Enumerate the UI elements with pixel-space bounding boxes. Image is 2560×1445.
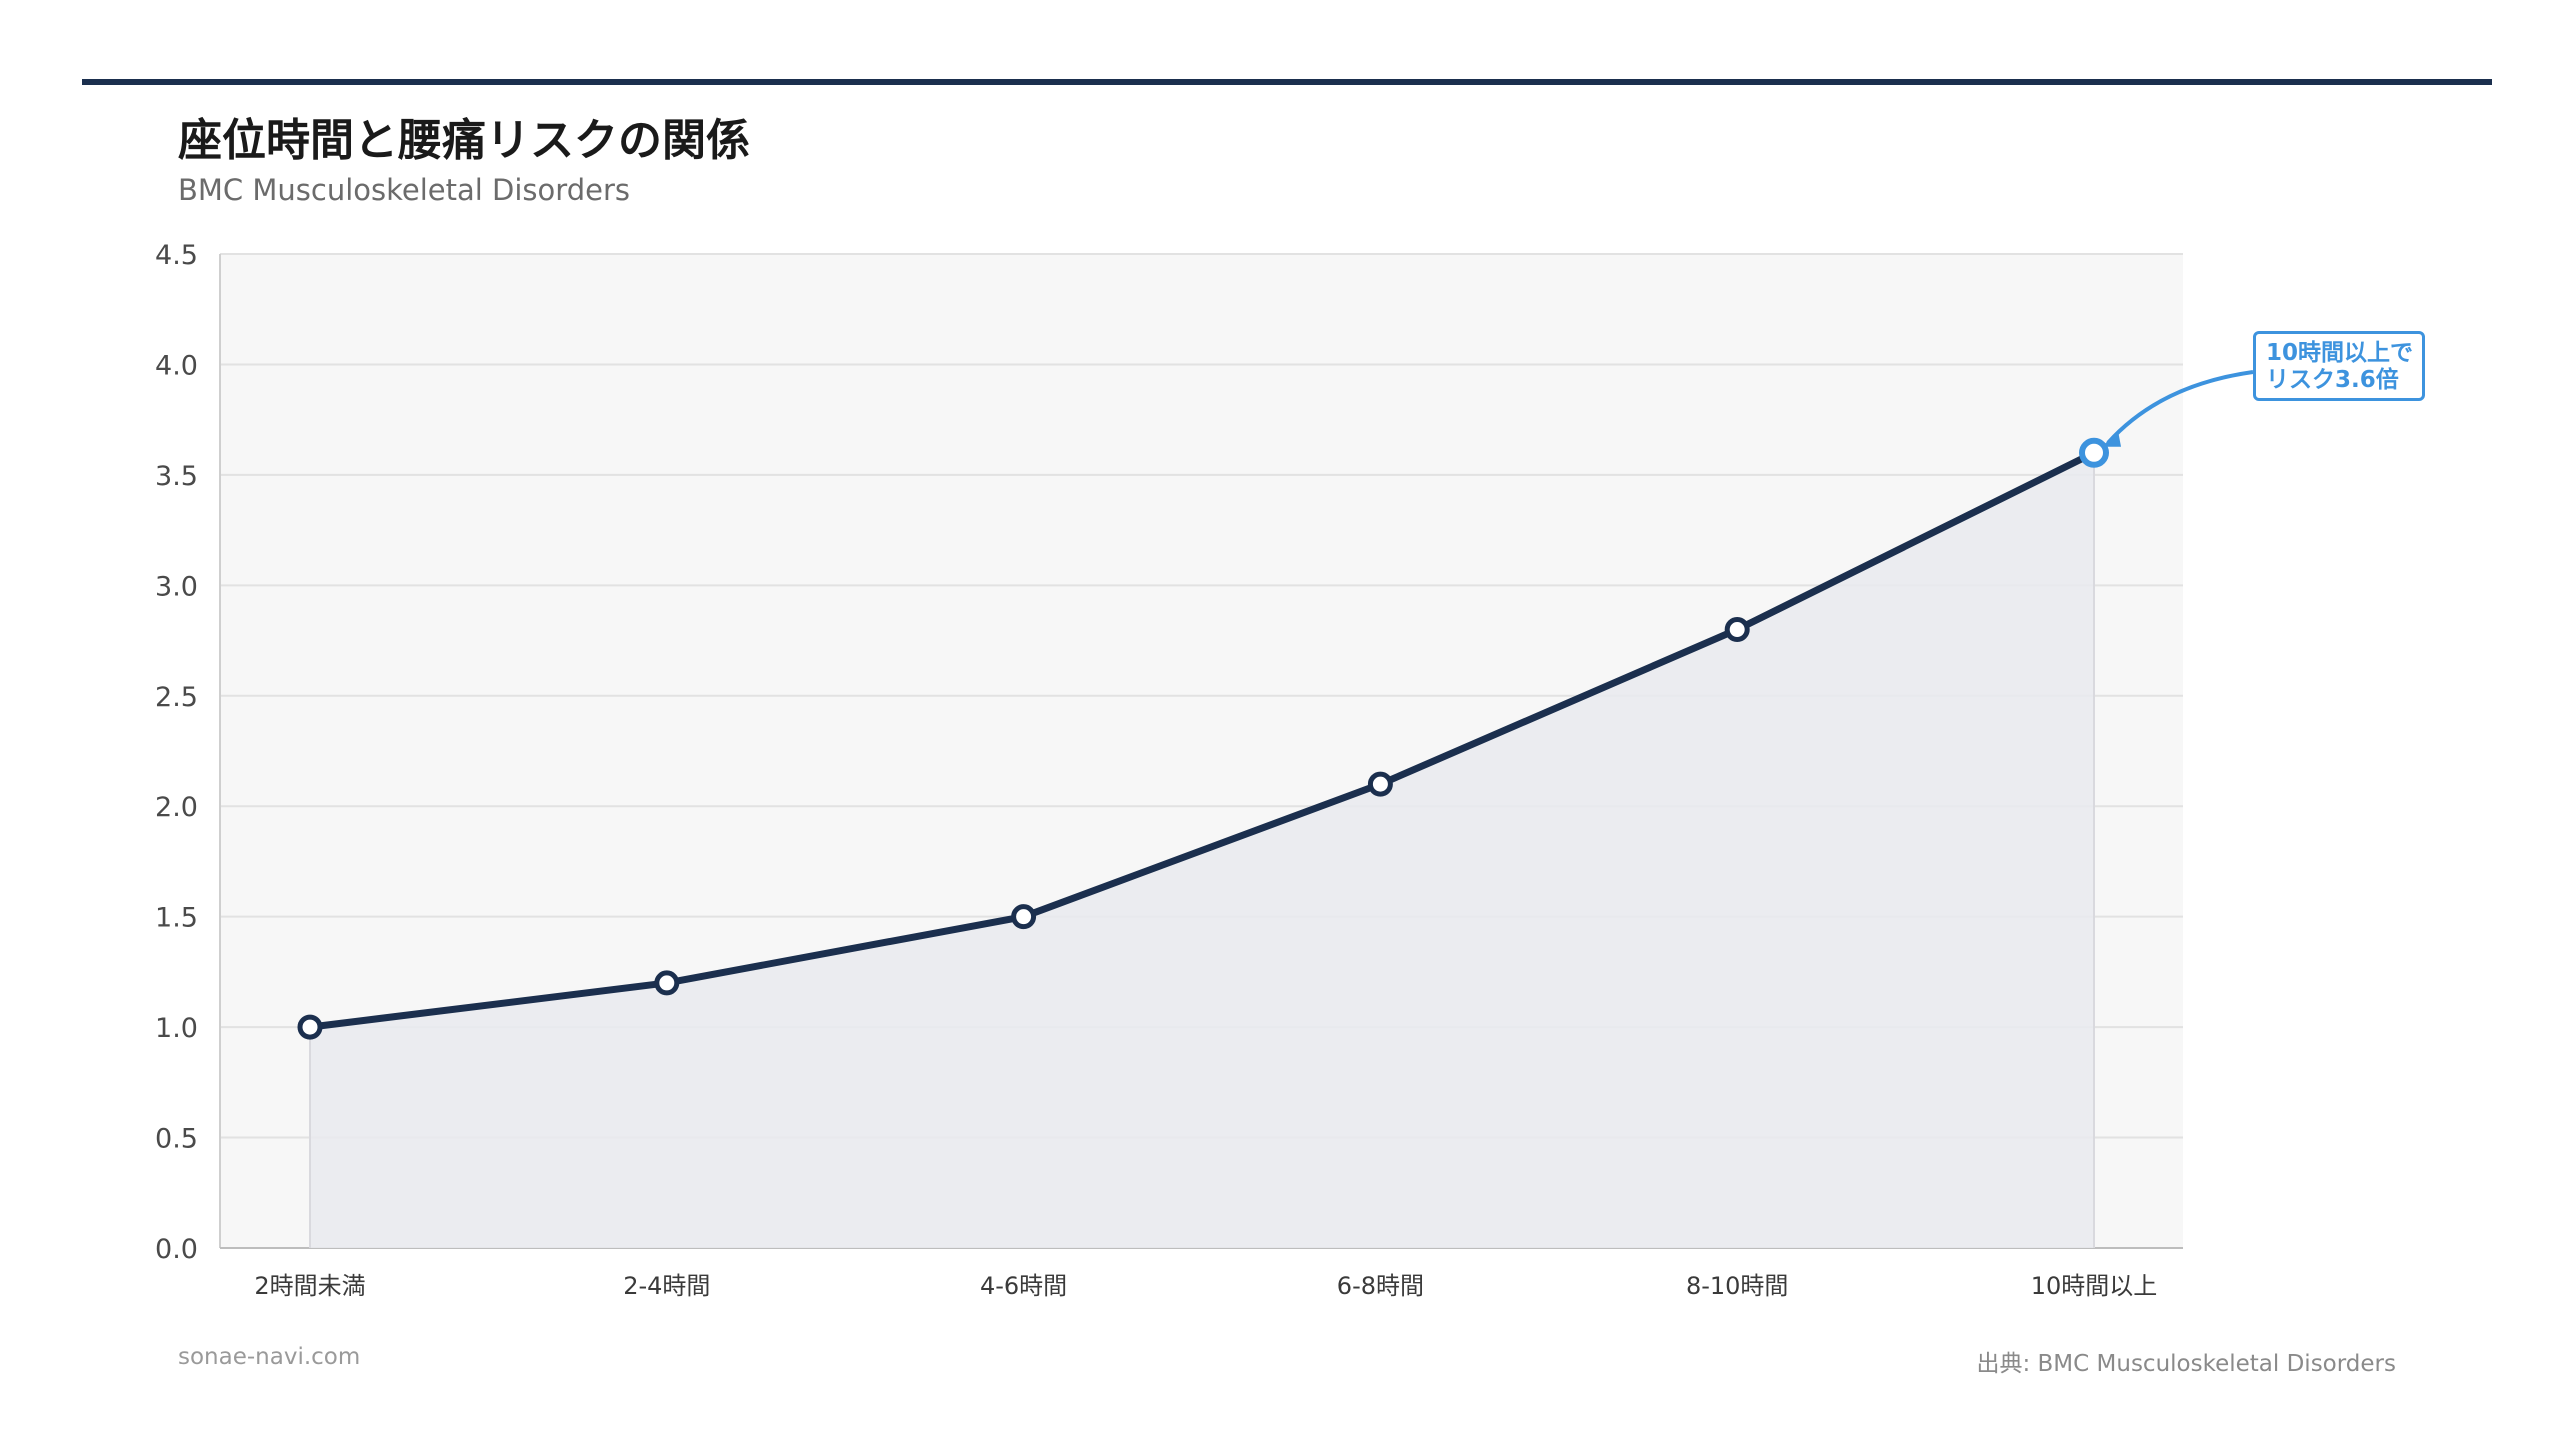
y-tick-label: 2.5	[155, 682, 198, 713]
y-tick-label: 0.0	[155, 1234, 198, 1265]
x-tick-label: 6-8時間	[1337, 1272, 1424, 1300]
line-chart: 0.0 0.5 1.0 1.5 2.0 2.5 3.0 3.5 4.0 4.5 2時間未満 2-4時間…	[155, 240, 2254, 1300]
annotation-callout: 10時間以上で リスク3.6倍	[2253, 331, 2425, 401]
data-point	[654, 970, 680, 996]
y-tick-label: 1.0	[155, 1013, 198, 1044]
y-tick-label: 0.5	[155, 1124, 198, 1155]
x-tick-label: 2-4時間	[623, 1272, 710, 1300]
y-tick-label: 4.0	[155, 350, 198, 381]
footer-site: sonae-navi.com	[178, 1344, 361, 1370]
data-point	[297, 1014, 323, 1040]
y-tick-label: 3.5	[155, 461, 198, 492]
data-point	[1367, 771, 1393, 797]
x-tick-label: 2時間未満	[254, 1272, 365, 1300]
data-point	[1724, 617, 1750, 643]
y-tick-label: 4.5	[155, 240, 198, 271]
y-tick-label: 3.0	[155, 571, 198, 602]
y-tick-label: 2.0	[155, 792, 198, 823]
x-tick-label: 4-6時間	[980, 1272, 1067, 1300]
annotation-line-1: 10時間以上で	[2266, 340, 2414, 366]
x-tick-label: 10時間以上	[2031, 1272, 2158, 1300]
footer-source: 出典: BMC Musculoskeletal Disorders	[1976, 1351, 2396, 1377]
x-tick-label: 8-10時間	[1686, 1272, 1788, 1300]
data-point-highlight	[2079, 437, 2109, 468]
y-tick-label: 1.5	[155, 903, 198, 934]
annotation-line-2: リスク3.6倍	[2266, 367, 2399, 393]
data-point	[1011, 904, 1037, 930]
